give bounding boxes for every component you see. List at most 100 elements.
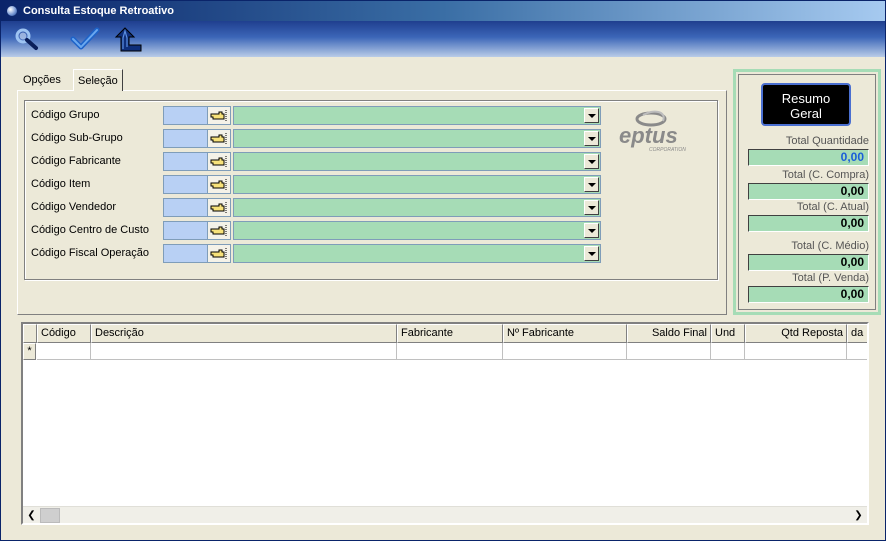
filter-row-item: Código Item [25, 174, 719, 196]
column-header-da[interactable]: da [847, 324, 867, 343]
table-cell[interactable] [503, 343, 627, 360]
total-c-atual-value: 0,00 [748, 215, 869, 232]
checkmark-icon [70, 27, 100, 50]
fabricante-description-combo[interactable] [233, 152, 601, 171]
button-label: Geral [790, 106, 822, 121]
results-grid[interactable]: Código Descrição Fabricante Nº Fabricant… [21, 322, 869, 525]
tab-opcoes[interactable]: Opções [19, 71, 65, 91]
total-p-venda-label: Total (P. Venda) [792, 272, 869, 284]
grupo-description-combo[interactable] [233, 106, 601, 125]
tab-label: Opções [23, 74, 61, 86]
table-cell[interactable] [745, 343, 847, 360]
pointing-hand-icon [210, 156, 227, 167]
fiscal-operacao-description-combo[interactable] [233, 244, 601, 263]
table-cell[interactable] [91, 343, 397, 360]
horizontal-scrollbar[interactable]: ❮ ❯ [23, 506, 867, 523]
column-header-descricao[interactable]: Descrição [91, 324, 397, 343]
tab-label: Seleção [78, 75, 118, 87]
total-c-medio-label: Total (C. Médio) [791, 240, 869, 252]
subgrupo-lookup-button[interactable] [207, 129, 231, 148]
vendedor-lookup-button[interactable] [207, 198, 231, 217]
filter-row-vendedor: Código Vendedor [25, 197, 719, 219]
summary-panel: Resumo Geral Total Quantidade 0,00 Total… [733, 69, 881, 315]
window-icon [7, 6, 17, 16]
filter-label: Código Centro de Custo [31, 224, 150, 236]
total-c-atual-label: Total (C. Atual) [796, 201, 869, 213]
column-header-fabricante[interactable]: Fabricante [397, 324, 503, 343]
grid-header: Código Descrição Fabricante Nº Fabricant… [23, 324, 867, 343]
fiscal-operacao-lookup-button[interactable] [207, 244, 231, 263]
table-cell[interactable] [711, 343, 745, 360]
vendedor-description-combo[interactable] [233, 198, 601, 217]
fabricante-code-input[interactable] [163, 152, 207, 171]
item-code-input[interactable] [163, 175, 207, 194]
total-quantidade-label: Total Quantidade [785, 135, 869, 147]
total-c-medio-value: 0,00 [748, 254, 869, 271]
chevron-down-icon[interactable] [584, 177, 599, 192]
table-cell[interactable] [847, 343, 867, 360]
filter-label: Código Fiscal Operação [31, 247, 150, 259]
table-cell[interactable] [627, 343, 711, 360]
total-c-compra-label: Total (C. Compra) [782, 169, 869, 181]
column-header-n-fabricante[interactable]: Nº Fabricante [503, 324, 627, 343]
return-button[interactable] [113, 25, 145, 53]
title-bar: Consulta Estoque Retroativo [1, 1, 885, 21]
search-button[interactable] [11, 25, 43, 53]
total-c-compra-value: 0,00 [748, 183, 869, 200]
logo-subtext: CORPORATION [649, 147, 686, 153]
tabs-panel: Opções Seleção Código Grupo Código Sub-G… [17, 69, 729, 315]
magnifier-icon [15, 28, 38, 50]
pointing-hand-icon [210, 225, 227, 236]
subgrupo-code-input[interactable] [163, 129, 207, 148]
chevron-down-icon[interactable] [584, 223, 599, 238]
fiscal-operacao-code-input[interactable] [163, 244, 207, 263]
selection-tab-body: Código Grupo Código Sub-Grupo Código Fab… [17, 90, 727, 315]
item-description-combo[interactable] [233, 175, 601, 194]
filter-row-centro-custo: Código Centro de Custo [25, 220, 719, 242]
pointing-hand-icon [210, 110, 227, 121]
pointing-hand-icon [210, 202, 227, 213]
scroll-right-icon[interactable]: ❯ [850, 507, 867, 523]
confirm-button[interactable] [69, 25, 101, 53]
centro-custo-description-combo[interactable] [233, 221, 601, 240]
filter-label: Código Grupo [31, 109, 100, 121]
table-row[interactable]: * [23, 343, 867, 360]
column-header-und[interactable]: Und [711, 324, 745, 343]
item-lookup-button[interactable] [207, 175, 231, 194]
grupo-lookup-button[interactable] [207, 106, 231, 125]
scroll-left-icon[interactable]: ❮ [23, 507, 40, 523]
column-header-codigo[interactable]: Código [37, 324, 91, 343]
table-cell[interactable] [37, 343, 91, 360]
main-area: Opções Seleção Código Grupo Código Sub-G… [7, 63, 883, 538]
table-cell[interactable] [397, 343, 503, 360]
filters-group: Código Grupo Código Sub-Grupo Código Fab… [24, 100, 718, 280]
vendedor-code-input[interactable] [163, 198, 207, 217]
button-label: Resumo [781, 91, 831, 106]
resumo-geral-button[interactable]: Resumo Geral [761, 83, 851, 126]
pointing-hand-icon [210, 248, 227, 259]
summary-inner: Resumo Geral Total Quantidade 0,00 Total… [738, 74, 876, 310]
centro-custo-code-input[interactable] [163, 221, 207, 240]
chevron-down-icon[interactable] [584, 108, 599, 123]
centro-custo-lookup-button[interactable] [207, 221, 231, 240]
chevron-down-icon[interactable] [584, 131, 599, 146]
subgrupo-description-combo[interactable] [233, 129, 601, 148]
eptus-logo: eptus CORPORATION [613, 109, 699, 155]
chevron-down-icon[interactable] [584, 200, 599, 215]
scrollbar-thumb[interactable] [40, 508, 60, 523]
fabricante-lookup-button[interactable] [207, 152, 231, 171]
chevron-down-icon[interactable] [584, 246, 599, 261]
total-quantidade-value: 0,00 [748, 149, 869, 166]
column-header-qtd-reposta[interactable]: Qtd Reposta [745, 324, 847, 343]
grupo-code-input[interactable] [163, 106, 207, 125]
filter-row-fiscal-operacao: Código Fiscal Operação [25, 243, 719, 265]
column-header-saldo-final[interactable]: Saldo Final [627, 324, 711, 343]
window-title: Consulta Estoque Retroativo [23, 5, 174, 17]
tab-selecao[interactable]: Seleção [73, 69, 123, 91]
filter-label: Código Fabricante [31, 155, 121, 167]
return-arrow-icon [114, 27, 142, 52]
filter-label: Código Sub-Grupo [31, 132, 123, 144]
chevron-down-icon[interactable] [584, 154, 599, 169]
eptus-logo-icon: eptus CORPORATION [619, 110, 686, 153]
filter-label: Código Vendedor [31, 201, 117, 213]
